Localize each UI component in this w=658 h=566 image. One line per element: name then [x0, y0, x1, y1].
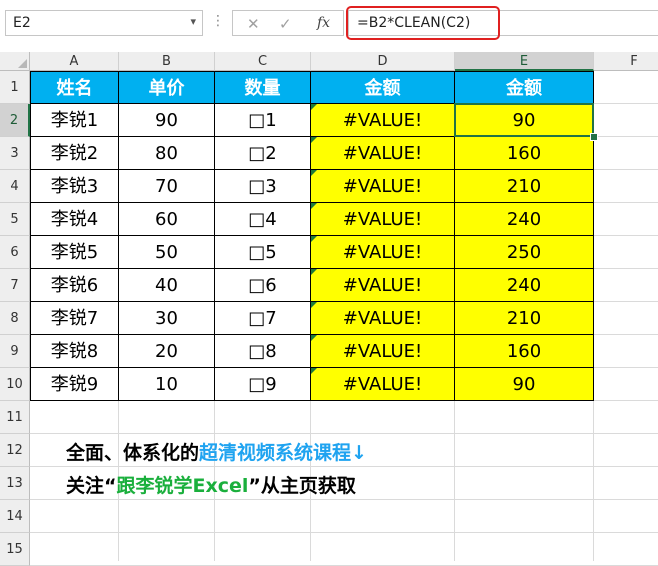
promo-line-1: 全面、体系化的超清视频系统课程↓	[66, 438, 367, 465]
table-cell[interactable]: 李锐2	[30, 137, 119, 170]
gridline	[30, 466, 658, 467]
table-cell[interactable]: 李锐6	[30, 269, 119, 302]
table-cell[interactable]: #VALUE!	[311, 170, 455, 203]
more-vert-icon[interactable]: ⋮	[211, 13, 225, 29]
table-cell[interactable]: 70	[119, 170, 215, 203]
row-header-6[interactable]: 6	[0, 236, 30, 269]
promo-line-2-suffix: ”从主页获取	[248, 475, 356, 497]
row-header-1[interactable]: 1	[0, 71, 30, 104]
table-cell[interactable]: 50	[119, 236, 215, 269]
row-header-13[interactable]: 13	[0, 467, 30, 500]
column-header-e[interactable]: E	[455, 52, 594, 71]
row-header-9[interactable]: 9	[0, 335, 30, 368]
table-cell[interactable]: □5	[215, 236, 311, 269]
row-header-2[interactable]: 2	[0, 104, 30, 137]
promo-line-2: 关注“跟李锐学Excel”从主页获取	[66, 471, 356, 498]
table-cell[interactable]: □1	[215, 104, 311, 137]
table-cell[interactable]: 80	[119, 137, 215, 170]
table-cell[interactable]: #VALUE!	[311, 236, 455, 269]
insert-function-icon[interactable]: fx	[317, 15, 330, 31]
name-box-value: E2	[13, 15, 31, 31]
row-header-7[interactable]: 7	[0, 269, 30, 302]
row-header-11[interactable]: 11	[0, 401, 30, 434]
select-all-corner[interactable]	[0, 52, 30, 71]
table-cell[interactable]: 20	[119, 335, 215, 368]
row-header-10[interactable]: 10	[0, 368, 30, 401]
table-cell[interactable]: 李锐5	[30, 236, 119, 269]
table-cell[interactable]: #VALUE!	[311, 104, 455, 137]
chevron-down-icon[interactable]: ▾	[190, 15, 196, 28]
table-cell[interactable]: 250	[455, 236, 594, 269]
name-box[interactable]: E2 ▾	[5, 10, 203, 36]
row-header-3[interactable]: 3	[0, 137, 30, 170]
promo-line-2-prefix: 关注“	[66, 475, 117, 497]
table-cell[interactable]: 30	[119, 302, 215, 335]
row-header-14[interactable]: 14	[0, 500, 30, 533]
table-cell[interactable]: #VALUE!	[311, 137, 455, 170]
cancel-icon[interactable]: ✕	[247, 15, 260, 33]
table-cell[interactable]: 240	[455, 269, 594, 302]
table-cell[interactable]: #VALUE!	[311, 368, 455, 401]
column-header-c[interactable]: C	[215, 52, 311, 71]
table-header-cell[interactable]: 金额	[311, 71, 455, 104]
formula-highlight-box	[346, 6, 500, 40]
table-cell[interactable]: □8	[215, 335, 311, 368]
gridline	[30, 433, 658, 434]
table-cell[interactable]: 240	[455, 203, 594, 236]
table-cell[interactable]: 10	[119, 368, 215, 401]
table-cell[interactable]: 李锐3	[30, 170, 119, 203]
table-cell[interactable]: 210	[455, 170, 594, 203]
table-cell[interactable]: 210	[455, 302, 594, 335]
column-header-d[interactable]: D	[311, 52, 455, 71]
table-cell[interactable]: 90	[455, 104, 594, 137]
check-icon[interactable]: ✓	[279, 15, 292, 33]
table-cell[interactable]: □4	[215, 203, 311, 236]
table-cell[interactable]: □9	[215, 368, 311, 401]
table-header-cell[interactable]: 金额	[455, 71, 594, 104]
column-header-b[interactable]: B	[119, 52, 215, 71]
table-header-cell[interactable]: 姓名	[30, 71, 119, 104]
row-header-15[interactable]: 15	[0, 533, 30, 566]
table-cell[interactable]: 60	[119, 203, 215, 236]
row-header-12[interactable]: 12	[0, 434, 30, 467]
row-header-8[interactable]: 8	[0, 302, 30, 335]
row-header-5[interactable]: 5	[0, 203, 30, 236]
table-cell[interactable]: 李锐8	[30, 335, 119, 368]
promo-line-1-highlight: 超清视频系统课程↓	[199, 442, 367, 464]
gridline	[30, 499, 658, 500]
table-cell[interactable]: #VALUE!	[311, 335, 455, 368]
promo-line-1-prefix: 全面、体系化的	[66, 442, 200, 464]
table-cell[interactable]: □6	[215, 269, 311, 302]
table-cell[interactable]: 90	[119, 104, 215, 137]
row-header-4[interactable]: 4	[0, 170, 30, 203]
column-header-a[interactable]: A	[30, 52, 119, 71]
table-cell[interactable]: □3	[215, 170, 311, 203]
table-cell[interactable]: 40	[119, 269, 215, 302]
table-cell[interactable]: □2	[215, 137, 311, 170]
table-header-cell[interactable]: 数量	[215, 71, 311, 104]
spreadsheet-grid: A B C D E F 1 2 3 4 5 6 7 8 9 10 11 12 13 14 15 姓名 单价 数量 金额 金额 李锐1…	[0, 52, 658, 566]
column-header-f[interactable]: F	[594, 52, 658, 71]
table-cell[interactable]: 李锐4	[30, 203, 119, 236]
table-cell[interactable]: 160	[455, 335, 594, 368]
formula-buttons: ✕ ✓ fx	[232, 10, 344, 36]
table-cell[interactable]: 李锐7	[30, 302, 119, 335]
table-cell[interactable]: 90	[455, 368, 594, 401]
gridline	[30, 532, 658, 533]
table-cell[interactable]: 李锐9	[30, 368, 119, 401]
table-cell[interactable]: #VALUE!	[311, 302, 455, 335]
promo-line-2-highlight: 跟李锐学Excel	[116, 475, 249, 497]
fill-handle[interactable]	[590, 133, 598, 141]
formula-bar: E2 ▾ ⋮ ✕ ✓ fx =B2*CLEAN(C2)	[0, 0, 658, 52]
table-cell[interactable]: #VALUE!	[311, 203, 455, 236]
table-header-cell[interactable]: 单价	[119, 71, 215, 104]
table-cell[interactable]: 160	[455, 137, 594, 170]
table-cell[interactable]: #VALUE!	[311, 269, 455, 302]
table-cell[interactable]: □7	[215, 302, 311, 335]
table-cell[interactable]: 李锐1	[30, 104, 119, 137]
